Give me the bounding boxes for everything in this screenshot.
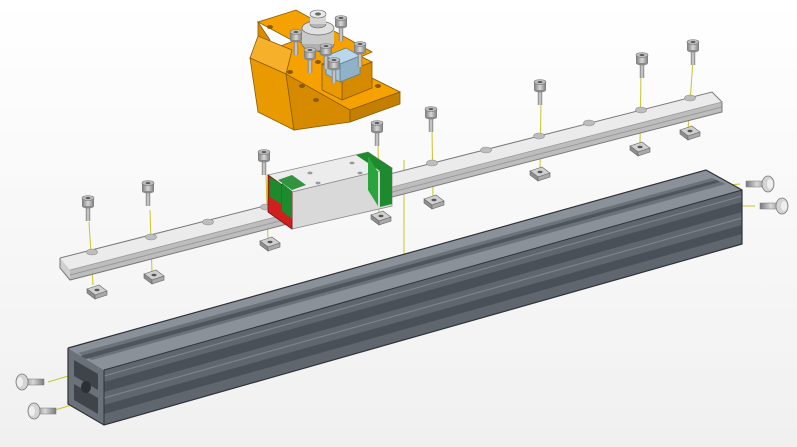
exploded-assembly-view [0, 0, 797, 447]
